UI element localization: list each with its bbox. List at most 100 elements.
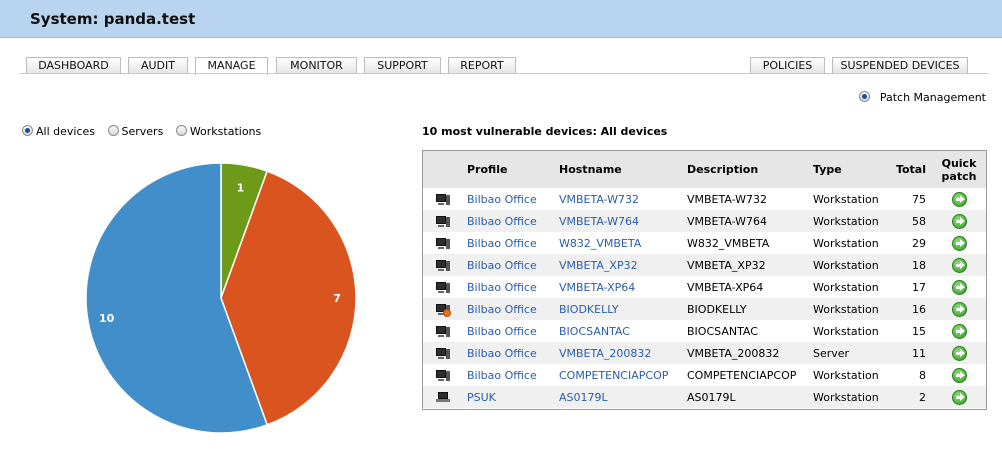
quick-patch-arrow-icon[interactable] [951, 257, 967, 273]
description-cell: VMBETA-XP64 [687, 280, 764, 294]
hostname-link[interactable]: VMBETA_200832 [559, 347, 651, 360]
hostname-cell[interactable]: VMBETA-XP64 [553, 276, 681, 298]
pie-slice-label: 7 [333, 292, 341, 305]
quick-patch-arrow-icon[interactable] [951, 191, 967, 207]
quick-patch-arrow-icon[interactable] [951, 323, 967, 339]
quick-patch-arrow-icon[interactable] [951, 389, 967, 405]
profile-cell[interactable]: Bilbao Office [461, 342, 553, 364]
filter-label: All devices [36, 125, 95, 138]
filter-workstations-radio[interactable] [175, 125, 187, 136]
profile-cell[interactable]: Bilbao Office [461, 210, 553, 232]
profile-link[interactable]: Bilbao Office [467, 347, 537, 360]
hostname-link[interactable]: BIODKELLY [559, 303, 619, 316]
quick-patch-arrow-icon[interactable] [951, 235, 967, 251]
quick-patch-cell[interactable] [932, 232, 986, 254]
patch-management-option[interactable]: Patch Management [859, 91, 986, 104]
type-cell: Workstation [813, 214, 879, 228]
total-column-header: Total [895, 163, 926, 176]
table-row: Bilbao Office VMBETA_200832 VMBETA_200832 S… [423, 342, 986, 364]
profile-link[interactable]: Bilbao Office [467, 281, 537, 294]
profile-cell[interactable]: Bilbao Office [461, 298, 553, 320]
tab-suspended-devices[interactable]: SUSPENDED DEVICES [832, 57, 968, 74]
profile-link[interactable]: Bilbao Office [467, 259, 537, 272]
profile-link[interactable]: Bilbao Office [467, 193, 537, 206]
pie-slice-label: 1 [237, 182, 245, 195]
profile-link[interactable]: PSUK [467, 391, 496, 404]
quick-patch-cell[interactable] [932, 320, 986, 342]
profile-link[interactable]: Bilbao Office [467, 369, 537, 382]
tab-dashboard[interactable]: DASHBOARD [26, 57, 121, 74]
total-cell: 11 [912, 346, 926, 360]
hostname-link[interactable]: W832_VMBETA [559, 237, 641, 250]
hostname-cell[interactable]: VMBETA-W764 [553, 210, 681, 232]
quick-patch-cell[interactable] [932, 276, 986, 298]
description-cell: COMPETENCIAPCOP [687, 368, 797, 382]
quick-patch-arrow-icon[interactable] [951, 367, 967, 383]
quick-patch-arrow-icon[interactable] [951, 213, 967, 229]
filter-servers[interactable]: Servers [107, 125, 163, 138]
tab-support[interactable]: SUPPORT [364, 57, 441, 74]
table-row: Bilbao Office VMBETA-W732 VMBETA-W732 Works… [423, 188, 986, 210]
laptop-icon [436, 392, 450, 403]
hostname-link[interactable]: COMPETENCIAPCOP [559, 369, 668, 382]
tab-audit[interactable]: AUDIT [128, 57, 188, 74]
profile-cell[interactable]: Bilbao Office [461, 188, 553, 210]
hostname-link[interactable]: VMBETA-XP64 [559, 281, 635, 294]
hostname-cell[interactable]: BIODKELLY [553, 298, 681, 320]
tab-policies[interactable]: POLICIES [750, 57, 825, 74]
type-cell: Workstation [813, 390, 879, 404]
profile-cell[interactable]: Bilbao Office [461, 364, 553, 386]
profile-cell[interactable]: Bilbao Office [461, 254, 553, 276]
quick-patch-cell[interactable] [932, 364, 986, 386]
patch-management-label: Patch Management [879, 91, 986, 104]
quick-patch-arrow-icon[interactable] [951, 301, 967, 317]
description-cell: VMBETA-W732 [687, 192, 768, 206]
hostname-link[interactable]: VMBETA-W764 [559, 215, 639, 228]
hostname-cell[interactable]: AS0179L [553, 386, 681, 408]
quick-patch-cell[interactable] [932, 188, 986, 210]
profile-cell[interactable]: PSUK [461, 386, 553, 408]
hostname-link[interactable]: BIOCSANTAC [559, 325, 630, 338]
filter-all-devices-radio[interactable] [22, 125, 33, 136]
hostname-cell[interactable]: VMBETA_XP32 [553, 254, 681, 276]
table-row: Bilbao Office VMBETA-W764 VMBETA-W764 Works… [423, 210, 986, 232]
profile-cell[interactable]: Bilbao Office [461, 276, 553, 298]
hostname-cell[interactable]: VMBETA-W732 [553, 188, 681, 210]
device-icon-cell [423, 342, 461, 364]
hostname-cell[interactable]: VMBETA_200832 [553, 342, 681, 364]
tab-report[interactable]: REPORT [448, 57, 516, 74]
quick-patch-cell[interactable] [932, 210, 986, 232]
total-cell: 18 [912, 258, 926, 272]
quick-patch-cell[interactable] [932, 386, 986, 408]
hostname-cell[interactable]: BIOCSANTAC [553, 320, 681, 342]
profile-link[interactable]: Bilbao Office [467, 237, 537, 250]
quick-patch-column-header: Quick patch [941, 156, 977, 183]
quick-patch-arrow-icon[interactable] [951, 345, 967, 361]
profile-cell[interactable]: Bilbao Office [461, 320, 553, 342]
quick-patch-arrow-icon[interactable] [951, 279, 967, 295]
quick-patch-cell[interactable] [932, 254, 986, 276]
patch-management-radio[interactable] [859, 91, 871, 102]
hostname-link[interactable]: VMBETA-W732 [559, 193, 639, 206]
type-cell: Workstation [813, 324, 879, 338]
filter-workstations[interactable]: Workstations [175, 125, 261, 138]
description-cell: VMBETA_XP32 [687, 258, 766, 272]
vulnerability-pie-chart: 1710 [85, 162, 357, 434]
filter-all-devices[interactable]: All devices [22, 125, 95, 138]
hostname-link[interactable]: AS0179L [559, 391, 608, 404]
profile-link[interactable]: Bilbao Office [467, 215, 537, 228]
device-icon-cell [423, 298, 461, 320]
total-cell: 8 [919, 368, 926, 382]
filter-servers-radio[interactable] [107, 125, 119, 136]
profile-link[interactable]: Bilbao Office [467, 303, 537, 316]
description-cell: AS0179L [687, 390, 736, 404]
profile-cell[interactable]: Bilbao Office [461, 232, 553, 254]
quick-patch-cell[interactable] [932, 298, 986, 320]
tab-monitor[interactable]: MONITOR [276, 57, 357, 74]
hostname-cell[interactable]: W832_VMBETA [553, 232, 681, 254]
type-cell: Workstation [813, 258, 879, 272]
quick-patch-cell[interactable] [932, 342, 986, 364]
hostname-cell[interactable]: COMPETENCIAPCOP [553, 364, 681, 386]
profile-link[interactable]: Bilbao Office [467, 325, 537, 338]
hostname-link[interactable]: VMBETA_XP32 [559, 259, 638, 272]
